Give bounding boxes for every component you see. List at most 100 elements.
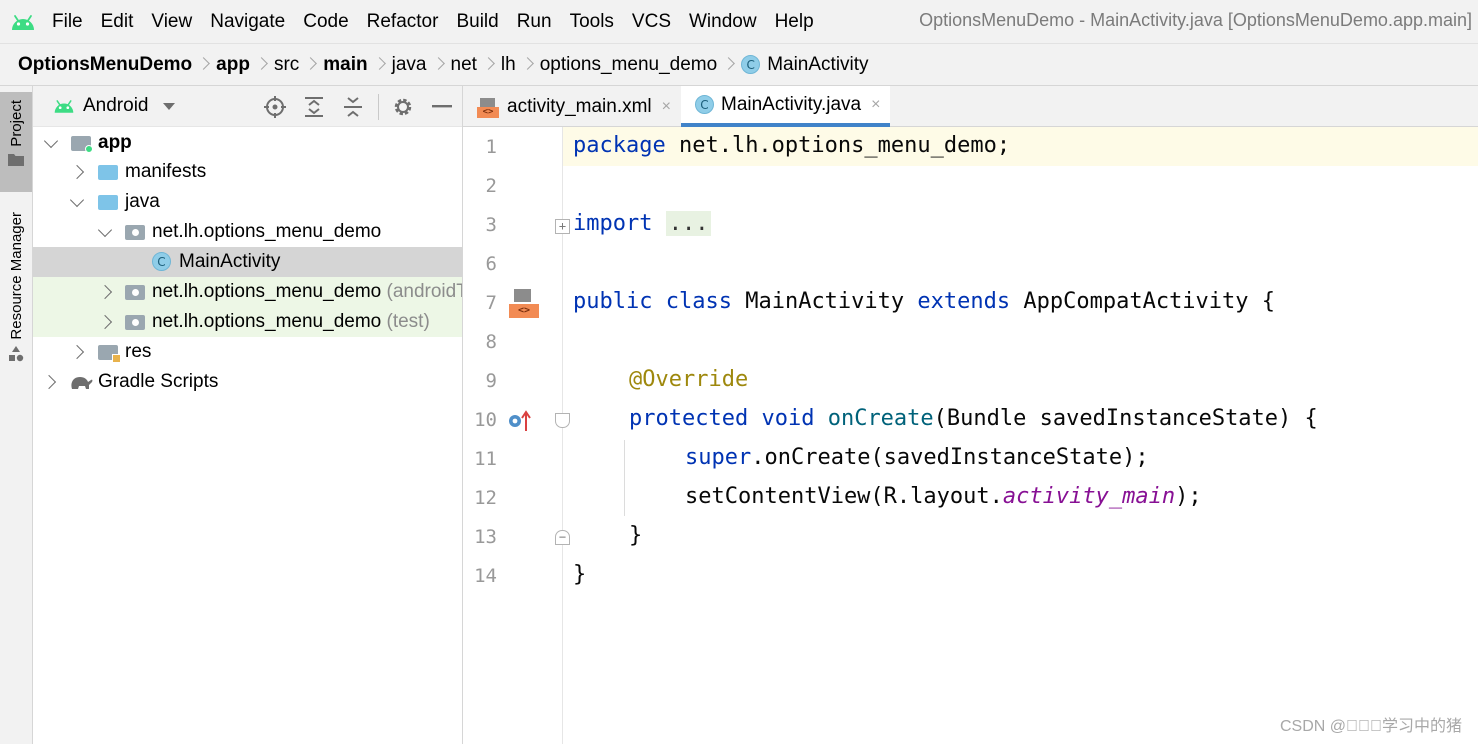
hide-panel-icon[interactable] (431, 96, 453, 118)
tab-label: activity_main.xml (507, 95, 652, 117)
tab-project-label: Project (7, 100, 25, 147)
code-line-11[interactable]: super.onCreate(savedInstanceState); (685, 445, 1149, 470)
menu-code[interactable]: Code (294, 11, 357, 33)
breadcrumb-separator-icon (484, 55, 492, 75)
toolbar-divider (378, 94, 379, 120)
code-line-1[interactable]: package net.lh.options_menu_demo; (573, 133, 1010, 158)
tree-item-java[interactable]: java (33, 187, 462, 217)
folded-imports[interactable]: ... (665, 211, 712, 236)
menu-file[interactable]: File (46, 11, 92, 33)
chevron-right-icon[interactable] (38, 367, 60, 397)
menu-window[interactable]: Window (680, 11, 766, 33)
tree-item-android-test-package[interactable]: net.lh.options_menu_demo (androidTest) (33, 277, 462, 307)
tree-item-app[interactable]: app (33, 128, 462, 158)
chevron-right-icon[interactable] (66, 157, 88, 187)
tree-item-label-group: net.lh.options_menu_demo (test) (152, 311, 430, 333)
related-layout-gutter-icon[interactable]: <> (509, 289, 539, 319)
menu-navigate[interactable]: Navigate (201, 11, 294, 33)
folder-icon (8, 153, 24, 166)
tree-item-label: java (125, 191, 160, 212)
collapse-fold-icon[interactable] (555, 413, 570, 428)
breadcrumb-item[interactable]: lh (501, 54, 516, 76)
chevron-right-icon[interactable] (94, 307, 116, 337)
tree-item-label: net.lh.options_menu_demo (152, 221, 382, 242)
breadcrumb-item-class[interactable]: C MainActivity (741, 54, 869, 76)
indent-guide (624, 440, 625, 516)
code-line-12[interactable]: setContentView(R.layout.activity_main); (685, 484, 1202, 509)
locate-file-icon[interactable] (264, 96, 286, 118)
collapse-all-icon[interactable] (342, 96, 364, 118)
chevron-down-icon[interactable] (94, 217, 116, 247)
tree-item-test-package[interactable]: net.lh.options_menu_demo (test) (33, 307, 462, 337)
code-line-13[interactable]: } (629, 523, 642, 548)
tree-item-label: Gradle Scripts (98, 371, 219, 392)
menu-help[interactable]: Help (766, 11, 823, 33)
tree-item-res[interactable]: res (33, 337, 462, 367)
tree-item-label: net.lh.options_menu_demo (152, 311, 382, 332)
code-line-3[interactable]: import ... (573, 211, 712, 236)
tab-label: MainActivity.java (721, 93, 862, 115)
tab-project[interactable]: Project (0, 92, 32, 192)
menu-refactor[interactable]: Refactor (358, 11, 448, 33)
collapse-fold-icon[interactable]: − (555, 530, 570, 545)
chevron-down-icon[interactable] (40, 128, 62, 158)
menu-vcs[interactable]: VCS (623, 11, 680, 33)
line-number: 13 (474, 526, 497, 548)
breadcrumb-item[interactable]: net (451, 54, 477, 76)
tree-item-label: MainActivity (179, 251, 281, 272)
class-icon: C (741, 55, 761, 74)
close-icon[interactable]: × (871, 96, 880, 114)
android-icon (54, 100, 74, 113)
tree-item-label: manifests (125, 161, 207, 182)
tree-item-label: app (98, 132, 132, 153)
tab-activity-main-xml[interactable]: <> activity_main.xml × (463, 86, 681, 127)
breadcrumb-item[interactable]: OptionsMenuDemo (18, 54, 192, 76)
line-number: 6 (485, 253, 497, 275)
menu-edit[interactable]: Edit (92, 11, 143, 33)
project-toolbar: Android (33, 86, 462, 127)
chevron-down-icon[interactable] (162, 102, 175, 110)
menu-tools[interactable]: Tools (561, 11, 623, 33)
override-method-icon[interactable] (507, 409, 533, 433)
menu-run[interactable]: Run (508, 11, 561, 33)
line-number: 3 (485, 214, 497, 236)
tree-item-suffix: (test) (386, 311, 430, 332)
menu-build[interactable]: Build (447, 11, 507, 33)
chevron-down-icon[interactable] (66, 187, 88, 217)
package-folder-icon (125, 225, 145, 240)
line-number: 2 (485, 175, 497, 197)
tree-item-manifests[interactable]: manifests (33, 157, 462, 187)
folder-icon (98, 195, 118, 210)
breadcrumb-item[interactable]: options_menu_demo (540, 54, 717, 76)
line-number: 11 (474, 448, 497, 470)
code-line-14[interactable]: } (573, 562, 586, 587)
tab-mainactivity-java[interactable]: C MainActivity.java × (681, 86, 891, 127)
menu-bar: File Edit View Navigate Code Refactor Bu… (0, 0, 1478, 43)
code-line-7[interactable]: public class MainActivity extends AppCom… (573, 289, 1275, 314)
expand-fold-icon[interactable]: + (555, 219, 570, 234)
gear-icon[interactable] (392, 96, 414, 118)
tree-item-label: net.lh.options_menu_demo (152, 281, 382, 302)
close-icon[interactable]: × (662, 98, 671, 116)
breadcrumb-separator-icon (523, 55, 531, 75)
tree-item-mainactivity[interactable]: C MainActivity (33, 247, 462, 277)
line-number: 1 (485, 136, 497, 158)
tree-item-gradle-scripts[interactable]: Gradle Scripts (33, 367, 462, 397)
menu-view[interactable]: View (142, 11, 201, 33)
class-icon: C (695, 95, 714, 114)
code-line-10[interactable]: protected void onCreate(Bundle savedInst… (629, 406, 1318, 431)
chevron-right-icon[interactable] (94, 277, 116, 307)
package-folder-icon (125, 315, 145, 330)
breadcrumb-item[interactable]: src (274, 54, 299, 76)
project-view-selector[interactable]: Android (83, 95, 149, 117)
tab-resource-manager[interactable]: Resource Manager (0, 212, 32, 382)
tree-item-package[interactable]: net.lh.options_menu_demo (33, 217, 462, 247)
breadcrumb-item[interactable]: java (392, 54, 427, 76)
code-line-9[interactable]: @Override (629, 367, 748, 392)
chevron-right-icon[interactable] (66, 337, 88, 367)
breadcrumb-item[interactable]: main (323, 54, 367, 76)
tree-item-label-group: net.lh.options_menu_demo (androidTest) (152, 281, 462, 303)
class-icon: C (152, 252, 171, 271)
expand-all-icon[interactable] (303, 96, 325, 118)
breadcrumb-item[interactable]: app (216, 54, 250, 76)
